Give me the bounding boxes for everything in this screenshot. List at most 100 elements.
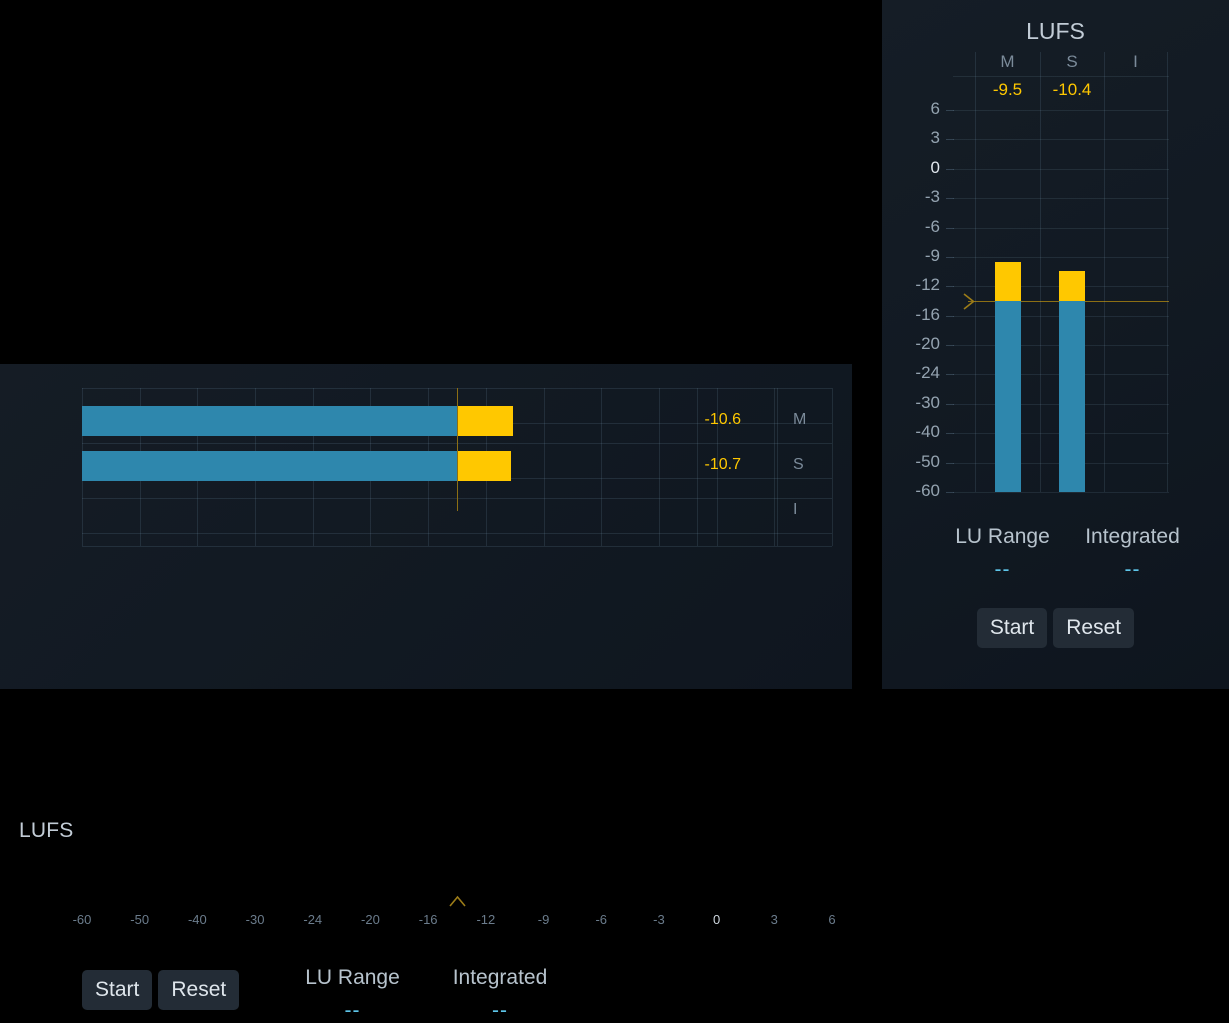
axis-tick-label: -40 xyxy=(187,912,207,927)
meter-bar-normal-segment xyxy=(994,300,1021,492)
start-button[interactable]: Start xyxy=(976,608,1048,648)
axis-tick-mark xyxy=(946,462,954,464)
axis-tick-label: -60 xyxy=(915,481,940,500)
gridline-horizontal xyxy=(82,533,832,534)
vertical-loudness-meter-panel: LUFS LU Range -- Integrated -- Start Res… xyxy=(882,0,1229,689)
meter-bar-over-target-segment xyxy=(457,406,513,436)
meter-bar xyxy=(82,451,511,481)
gridline-vertical xyxy=(774,388,776,546)
gridline-horizontal xyxy=(953,256,1169,258)
reset-button[interactable]: Reset xyxy=(158,970,240,1010)
gridline-vertical xyxy=(777,388,778,546)
axis-tick-label: -16 xyxy=(418,912,438,927)
gridline-horizontal xyxy=(953,227,1169,229)
meter-bar-normal-segment xyxy=(82,406,457,436)
axis-tick-label: -20 xyxy=(361,912,380,927)
axis-tick-label: -60 xyxy=(72,912,92,927)
start-button[interactable]: Start xyxy=(82,970,153,1010)
column-header-m: M xyxy=(1000,52,1015,71)
gridline-vertical xyxy=(1104,52,1105,492)
header-divider xyxy=(953,76,1169,77)
meter-key-s: S xyxy=(793,456,804,473)
integrated-stat: Integrated -- xyxy=(1040,525,1225,582)
axis-tick-label: -30 xyxy=(245,912,265,927)
gridline-horizontal xyxy=(953,198,1169,200)
column-header-s: S xyxy=(1066,52,1078,71)
axis-tick-mark xyxy=(946,286,954,288)
meter-bar xyxy=(82,406,513,436)
meter-value-m: -10.6 xyxy=(704,411,741,428)
gridline-vertical xyxy=(658,388,660,546)
meter-bar-normal-segment xyxy=(82,451,457,481)
axis-tick-label: -24 xyxy=(303,912,323,927)
axis-tick-mark xyxy=(946,315,954,317)
reset-button[interactable]: Reset xyxy=(1053,608,1135,648)
integrated-title: Integrated xyxy=(1085,525,1180,548)
gridline-vertical xyxy=(1167,52,1168,492)
gridline-vertical xyxy=(975,52,976,492)
right-panel-title: LUFS xyxy=(1026,18,1085,44)
gridline-vertical xyxy=(601,388,603,546)
meter-bar-over-target-segment xyxy=(994,261,1021,301)
target-level-marker-icon xyxy=(449,895,466,907)
axis-tick-mark xyxy=(946,227,954,229)
gridline-vertical xyxy=(697,388,698,546)
column-header-i: I xyxy=(1133,52,1138,71)
meter-bar xyxy=(1059,270,1085,492)
meter-bar xyxy=(994,261,1021,492)
axis-tick-mark xyxy=(946,433,954,435)
left-panel-controls: Start Reset xyxy=(82,970,240,1010)
axis-tick-label: -3 xyxy=(653,912,665,927)
axis-tick-mark xyxy=(946,110,954,111)
axis-tick-label: -12 xyxy=(476,912,496,927)
axis-tick-label: 6 xyxy=(930,99,940,118)
axis-tick-mark xyxy=(946,256,954,258)
axis-tick-label: 0 xyxy=(930,157,940,177)
axis-tick-label: 6 xyxy=(828,912,836,927)
column-value-s: -10.4 xyxy=(1052,80,1092,99)
axis-tick-label: -20 xyxy=(915,334,940,354)
gridline-vertical xyxy=(543,388,545,546)
axis-tick-mark xyxy=(946,139,954,141)
meter-key-i: I xyxy=(793,501,798,518)
axis-tick-label: -50 xyxy=(130,912,150,927)
lufs-unit-label: LUFS xyxy=(19,819,74,842)
horizontal-loudness-meter-panel: -60 -50 -40 -30 -24 -20 -16 -12 -9 -6 -3 0 3 6 -10.6 M -… xyxy=(0,364,852,1022)
axis-tick-label: -12 xyxy=(915,275,940,295)
axis-tick-label: -16 xyxy=(915,304,940,324)
right-panel-controls: Start Reset xyxy=(882,608,1229,648)
axis-tick-label: -6 xyxy=(924,216,940,236)
axis-tick-label: -30 xyxy=(915,392,940,412)
meter-value-s: -10.7 xyxy=(704,456,741,473)
lu-range-value: -- xyxy=(344,999,361,1022)
gridline-horizontal xyxy=(953,139,1169,141)
target-level-line xyxy=(457,388,458,511)
axis-tick-label: 0 xyxy=(712,912,721,927)
integrated-value: -- xyxy=(492,999,508,1022)
axis-tick-mark xyxy=(946,198,954,200)
horizontal-meter-chart: -60 -50 -40 -30 -24 -20 -16 -12 -9 -6 -3 0 3 6 -10.6 M -… xyxy=(0,364,852,927)
gridline-vertical xyxy=(1040,52,1041,492)
integrated-title: Integrated xyxy=(452,966,548,989)
axis-tick-label: -40 xyxy=(915,422,940,442)
axis-tick-label: 3 xyxy=(770,912,778,927)
axis-tick-label: -9 xyxy=(924,245,940,265)
meter-key-m: M xyxy=(793,411,807,428)
axis-tick-label: -6 xyxy=(595,912,607,927)
column-value-m: -9.5 xyxy=(992,80,1023,99)
axis-tick-mark xyxy=(946,492,954,493)
gridline-horizontal xyxy=(953,168,1169,170)
axis-tick-mark xyxy=(946,345,954,347)
lu-range-title: LU Range xyxy=(305,966,400,989)
lu-range-stat: LU Range -- xyxy=(300,966,405,1023)
axis-tick-label: -24 xyxy=(915,363,940,383)
gridline-vertical xyxy=(832,388,833,546)
target-level-marker-icon xyxy=(963,293,975,310)
integrated-stat: Integrated -- xyxy=(441,966,559,1023)
gridline-horizontal xyxy=(953,492,1169,493)
axis-tick-mark xyxy=(946,403,954,405)
axis-tick-label: 3 xyxy=(930,128,940,148)
axis-tick-mark xyxy=(946,168,954,170)
gridline-horizontal xyxy=(953,110,1169,111)
gridline-horizontal xyxy=(82,546,832,547)
